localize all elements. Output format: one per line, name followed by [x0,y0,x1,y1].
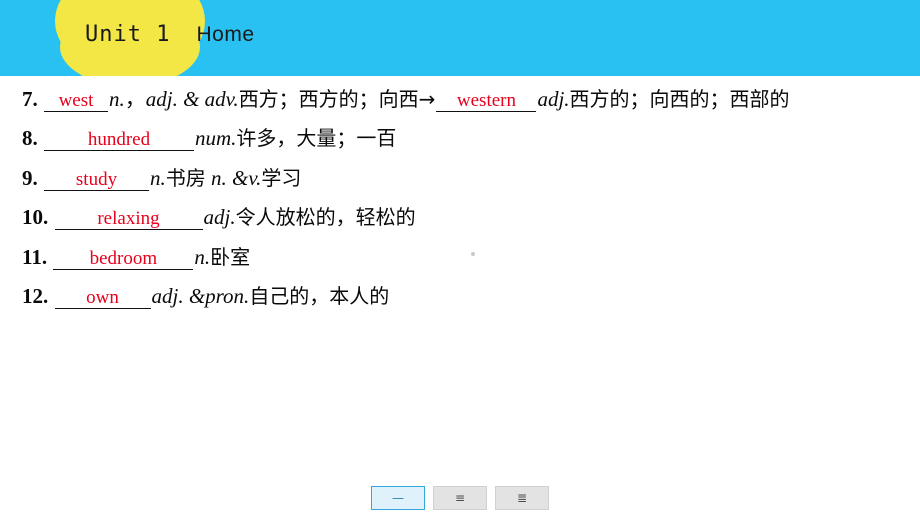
answer-blank[interactable]: relaxing [54,209,203,231]
definition-text: 西方；西方的；向西→ [238,87,436,111]
definition-text: 自己的，本人的 [249,284,390,309]
view-toolbar: — ≡ ≣ [0,486,920,510]
header-title-group: Unit 1 Home [85,22,255,47]
definition-text: 卧室 [210,244,251,269]
punctuation: ， [124,87,146,111]
entry-number: 12. [22,284,49,309]
entry-number: 9. [22,165,38,190]
part-of-speech: n. [194,244,211,269]
part-of-speech: n. [109,87,125,111]
answer-blank[interactable]: study [44,170,149,191]
page-title: Home [196,23,255,46]
vocabulary-entry: 8. hundred num.许多，大量；一百 [22,123,912,153]
entry-number: 8. [22,126,38,151]
answer-blank[interactable]: west [44,91,108,112]
definition-text: 令人放松的，轻松的 [235,205,416,230]
entry-number: 7. [22,87,38,111]
placeholder-dot [471,252,475,256]
definition-text: 许多，大量；一百 [236,126,397,151]
unit-label: Unit 1 [85,22,171,47]
answer-blank[interactable]: hundred [44,130,194,152]
vocabulary-entry: 12. own adj. &pron.自己的，本人的 [22,281,912,311]
part-of-speech: adj. & adv. [145,87,239,111]
part-of-speech: adj. [537,87,570,111]
part-of-speech: adj. &pron. [151,284,250,309]
answer-blank[interactable]: bedroom [53,249,194,270]
vocabulary-entry: 10. relaxing adj.令人放松的，轻松的 [22,202,912,232]
answer-blank[interactable]: own [54,288,151,310]
part-of-speech: num. [195,126,237,151]
definition-text: 学习 [261,165,302,190]
definition-text: 西方的；向西的；西部的 [569,87,790,111]
slide-header: Unit 1 Home [0,0,920,76]
view-normal-button[interactable]: — [371,486,425,510]
header-divider [0,76,920,79]
vocabulary-list: 7. west n.，adj. & adv.西方；西方的；向西→ western ad… [22,84,912,321]
entry-number: 10. [22,205,49,230]
vocabulary-entry: 7. west n.，adj. & adv.西方；西方的；向西→ western ad… [22,84,912,114]
part-of-speech: n. [150,165,166,190]
entry-number: 11. [22,244,48,269]
part-of-speech: adj. [203,205,236,230]
vocabulary-entry: 11. bedroom n.卧室 [22,242,912,272]
view-three-line-button[interactable]: ≣ [495,486,549,510]
view-two-line-button[interactable]: ≡ [433,486,487,510]
answer-blank-secondary[interactable]: western [436,91,537,112]
definition-text: 书房 [165,165,206,190]
part-of-speech: n. &v. [205,165,262,190]
vocabulary-entry: 9. study n.书房 n. &v.学习 [22,163,912,193]
